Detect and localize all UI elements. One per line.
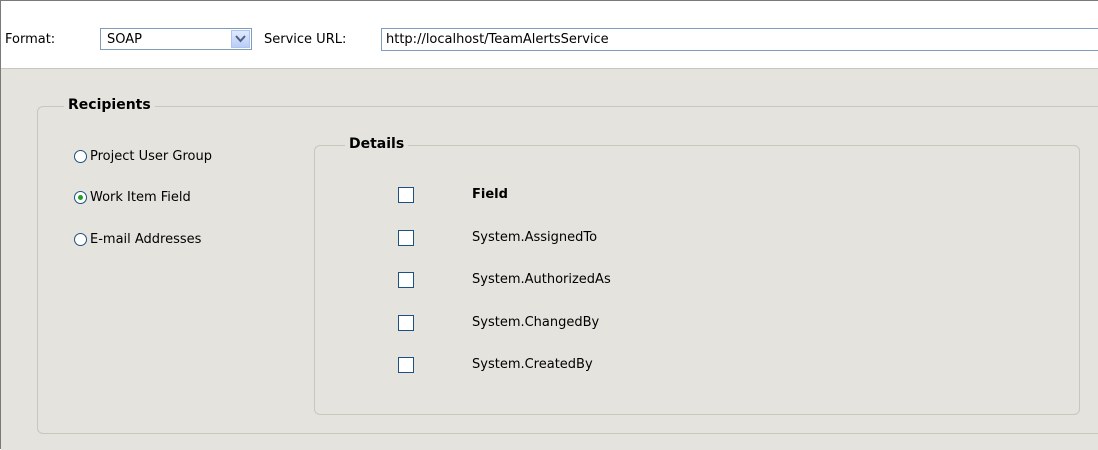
window-frame (0, 0, 1098, 449)
